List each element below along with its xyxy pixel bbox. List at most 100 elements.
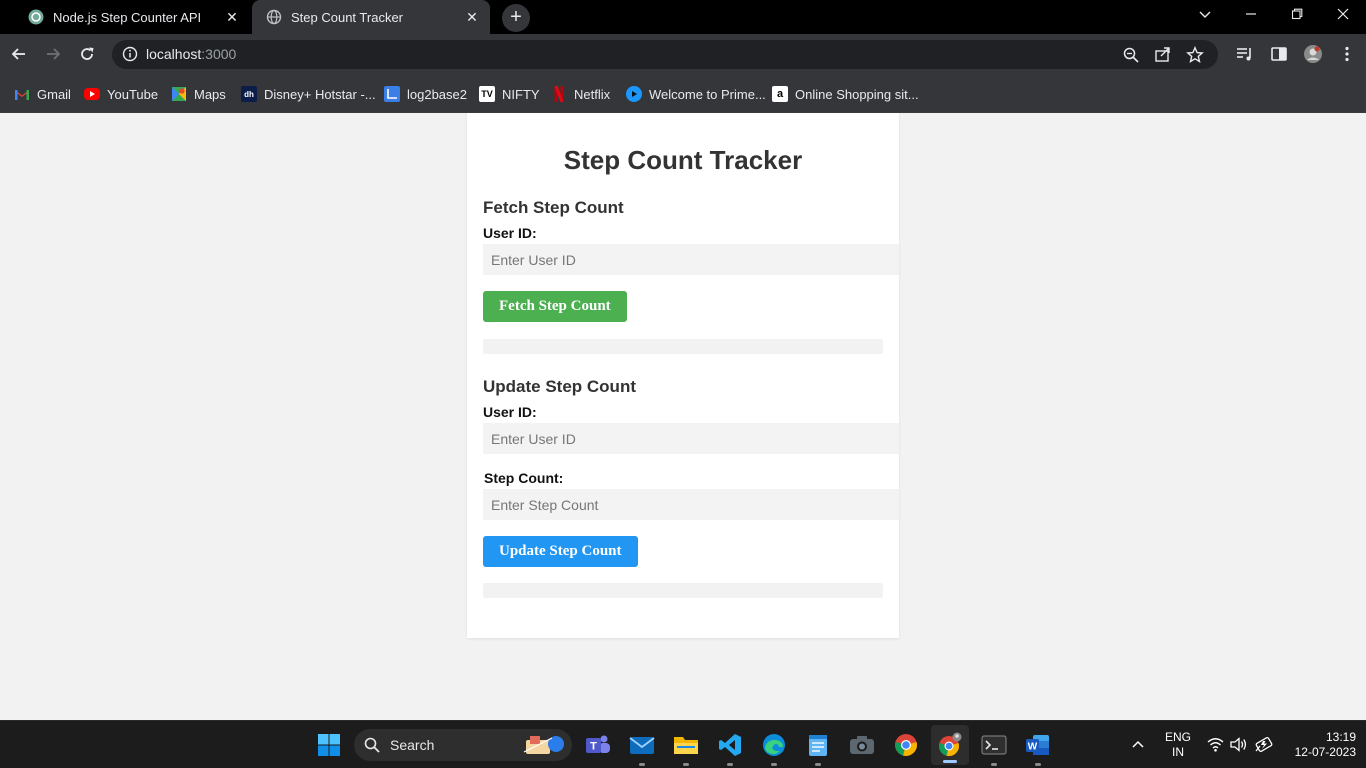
- bookmark-nifty[interactable]: TV NIFTY: [479, 84, 540, 104]
- bookmark-label: Disney+ Hotstar -...: [264, 86, 376, 102]
- bookmark-log2base2[interactable]: log2base2: [384, 84, 467, 104]
- bookmark-prime-video[interactable]: Welcome to Prime...: [626, 84, 766, 104]
- search-highlight-icon: [522, 732, 568, 763]
- vscode-icon[interactable]: [714, 729, 746, 766]
- windows-start-icon[interactable]: [313, 729, 345, 761]
- file-explorer-icon[interactable]: [670, 729, 702, 766]
- globe-icon: [266, 9, 282, 25]
- bookmark-netflix[interactable]: Netflix: [551, 84, 610, 104]
- hotstar-icon: dh: [241, 86, 257, 102]
- reload-icon[interactable]: [75, 42, 99, 66]
- teams-icon[interactable]: T: [582, 729, 614, 761]
- update-section-heading: Update Step Count: [483, 377, 636, 396]
- url-text[interactable]: localhost:3000: [146, 46, 236, 62]
- tab-title: Node.js Step Counter API: [53, 9, 202, 25]
- bookmark-label: log2base2: [407, 86, 467, 102]
- edge-icon[interactable]: [758, 729, 790, 766]
- fetch-step-count-button[interactable]: Fetch Step Count: [483, 291, 627, 322]
- tab-title: Step Count Tracker: [291, 9, 403, 25]
- chrome-icon[interactable]: [890, 729, 922, 761]
- minimize-button[interactable]: [1228, 0, 1274, 30]
- svg-text:T: T: [590, 741, 597, 753]
- clock[interactable]: 13:19 12-07-2023: [1284, 730, 1356, 760]
- bookmarks-bar: Gmail YouTube Maps dh Disney+ Hotstar -.…: [0, 74, 1366, 113]
- maps-icon: [171, 86, 187, 102]
- language-indicator[interactable]: ENG IN: [1160, 730, 1196, 760]
- update-step-count-button[interactable]: Update Step Count: [483, 536, 638, 567]
- update-user-id-label: User ID:: [483, 404, 537, 420]
- share-icon[interactable]: [1154, 46, 1172, 64]
- camera-icon[interactable]: [846, 729, 878, 761]
- back-arrow-icon[interactable]: [7, 42, 31, 66]
- bookmark-youtube[interactable]: YouTube: [84, 84, 158, 104]
- fetch-user-id-label: User ID:: [483, 225, 537, 241]
- taskbar-search-label: Search: [390, 737, 435, 753]
- svg-text:W: W: [1028, 741, 1038, 752]
- profile-avatar[interactable]: [1303, 44, 1323, 64]
- volume-icon[interactable]: [1230, 737, 1248, 757]
- wifi-icon[interactable]: [1207, 737, 1224, 757]
- tab-strip: Node.js Step Counter API ✕ Step Count Tr…: [0, 0, 1366, 34]
- zoom-icon[interactable]: [1122, 46, 1140, 64]
- update-user-id-input[interactable]: [483, 423, 899, 454]
- chatgpt-icon: [28, 9, 44, 25]
- tracker-card: Step Count Tracker Fetch Step Count User…: [467, 113, 899, 638]
- bookmark-label: Netflix: [574, 86, 611, 102]
- restore-button[interactable]: [1274, 0, 1320, 30]
- prime-video-icon: [626, 86, 642, 102]
- side-panel-icon[interactable]: [1269, 44, 1289, 64]
- clock-date: 12-07-2023: [1294, 745, 1356, 759]
- mail-icon[interactable]: [626, 729, 658, 766]
- notepad-icon[interactable]: [802, 729, 834, 766]
- page-title: Step Count Tracker: [563, 145, 803, 175]
- taskbar-search-box[interactable]: Search: [354, 729, 572, 761]
- bookmark-amazon[interactable]: a Online Shopping sit...: [772, 84, 919, 104]
- forward-arrow-icon[interactable]: [41, 42, 65, 66]
- tab-search-chevron-icon[interactable]: [1182, 0, 1228, 30]
- bookmark-maps[interactable]: Maps: [171, 84, 226, 104]
- search-icon: [364, 737, 380, 758]
- word-icon[interactable]: W: [1022, 729, 1054, 766]
- gmail-icon: [14, 86, 30, 102]
- region-code: IN: [1172, 745, 1184, 759]
- youtube-icon: [84, 88, 100, 100]
- page-viewport: Step Count Tracker Fetch Step Count User…: [0, 113, 1366, 720]
- tab-node-step-counter-api[interactable]: Node.js Step Counter API ✕: [18, 0, 250, 34]
- language-code: ENG: [1164, 730, 1191, 744]
- close-window-button[interactable]: [1320, 0, 1366, 30]
- browser-toolbar: localhost:3000: [0, 34, 1366, 74]
- fetch-section-heading: Fetch Step Count: [483, 198, 624, 217]
- tab-step-count-tracker[interactable]: Step Count Tracker ✕: [252, 0, 490, 34]
- url-port: :3000: [201, 46, 237, 62]
- terminal-icon[interactable]: [978, 729, 1010, 766]
- amazon-icon: a: [772, 86, 788, 102]
- log2base2-icon: [384, 86, 400, 102]
- media-control-icon[interactable]: [1235, 44, 1255, 64]
- bookmark-star-icon[interactable]: [1186, 46, 1204, 64]
- chrome-profile-icon[interactable]: [931, 725, 969, 765]
- step-count-label: Step Count:: [484, 470, 564, 486]
- url-host: localhost: [146, 46, 202, 62]
- netflix-icon: [551, 86, 567, 102]
- new-tab-button[interactable]: +: [502, 4, 530, 32]
- bookmark-label: Welcome to Prime...: [649, 86, 766, 102]
- address-bar[interactable]: localhost:3000: [112, 40, 1218, 69]
- bookmark-label: Gmail: [37, 86, 71, 102]
- show-hidden-icons-chevron-icon[interactable]: [1131, 737, 1145, 756]
- update-result-box: [483, 583, 883, 598]
- windows-taskbar: Search T W ENG IN 13:19 12-07-2023: [0, 720, 1366, 768]
- chrome-menu-icon[interactable]: [1337, 44, 1357, 64]
- step-count-input[interactable]: [483, 489, 899, 520]
- clock-time: 13:19: [1325, 730, 1356, 744]
- site-info-icon[interactable]: [122, 46, 138, 62]
- close-tab-icon[interactable]: ✕: [224, 9, 240, 25]
- close-tab-icon[interactable]: ✕: [464, 9, 480, 25]
- nifty-icon: TV: [479, 86, 495, 102]
- battery-icon[interactable]: [1254, 737, 1274, 757]
- fetch-result-box: [483, 339, 883, 354]
- fetch-user-id-input[interactable]: [483, 244, 899, 275]
- bookmark-gmail[interactable]: Gmail: [14, 84, 71, 104]
- bookmark-hotstar[interactable]: dh Disney+ Hotstar -...: [241, 84, 376, 104]
- bookmark-label: NIFTY: [502, 86, 540, 102]
- bookmark-label: Maps: [194, 86, 226, 102]
